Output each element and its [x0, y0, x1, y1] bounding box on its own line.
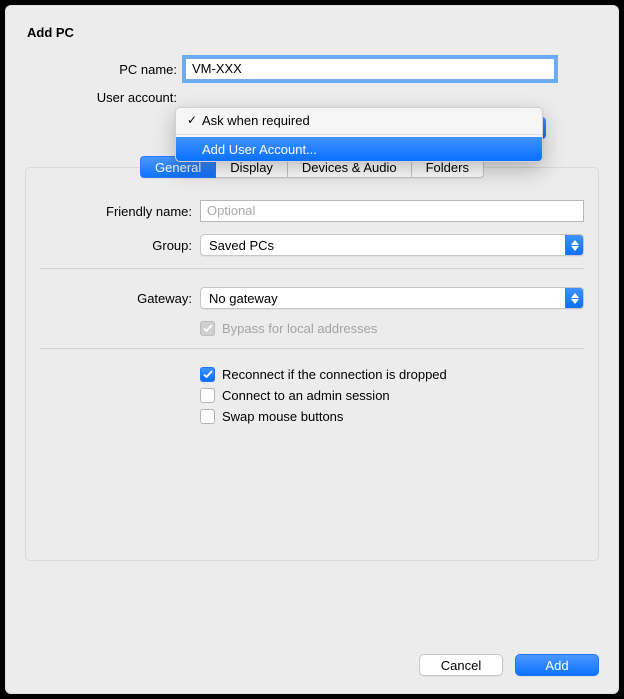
pc-name-input[interactable]: VM-XXX: [185, 58, 555, 80]
pc-name-label: PC name:: [25, 62, 185, 77]
add-pc-sheet: Add PC PC name: VM-XXX User account: ✓ A…: [5, 5, 619, 694]
gateway-dropdown[interactable]: No gateway: [200, 287, 584, 309]
menu-item-add-user-account[interactable]: Add User Account...: [176, 137, 542, 161]
bypass-label: Bypass for local addresses: [222, 321, 377, 336]
reconnect-checkbox[interactable]: [200, 367, 215, 382]
friendly-name-input[interactable]: Optional: [200, 200, 584, 222]
group-label: Group:: [40, 238, 200, 253]
admin-checkbox-row[interactable]: Connect to an admin session: [200, 388, 584, 403]
reconnect-checkbox-row[interactable]: Reconnect if the connection is dropped: [200, 367, 584, 382]
swap-checkbox-row[interactable]: Swap mouse buttons: [200, 409, 584, 424]
divider: [40, 268, 584, 269]
swap-checkbox[interactable]: [200, 409, 215, 424]
friendly-name-label: Friendly name:: [40, 204, 200, 219]
group-dropdown[interactable]: Saved PCs: [200, 234, 584, 256]
panel-body: Friendly name: Optional Group: Saved PCs: [26, 178, 598, 560]
bypass-checkbox: [200, 321, 215, 336]
pc-name-row: PC name: VM-XXX: [25, 58, 599, 80]
updown-icon: [565, 235, 583, 255]
menu-item-ask-when-required[interactable]: ✓ Ask when required: [176, 108, 542, 132]
updown-icon: [565, 288, 583, 308]
bypass-checkbox-row: Bypass for local addresses: [200, 321, 584, 336]
checkmark-icon: ✓: [184, 113, 200, 127]
footer-buttons: Cancel Add: [419, 654, 599, 676]
sheet-title: Add PC: [27, 25, 599, 40]
user-account-label: User account:: [25, 90, 185, 105]
reconnect-label: Reconnect if the connection is dropped: [222, 367, 447, 382]
divider: [40, 348, 584, 349]
settings-panel: General Display Devices & Audio Folders …: [25, 167, 599, 561]
user-account-menu: ✓ Ask when required Add User Account...: [175, 107, 543, 162]
admin-label: Connect to an admin session: [222, 388, 390, 403]
swap-label: Swap mouse buttons: [222, 409, 343, 424]
admin-checkbox[interactable]: [200, 388, 215, 403]
cancel-button[interactable]: Cancel: [419, 654, 503, 676]
user-account-row: User account:: [25, 90, 599, 105]
add-button[interactable]: Add: [515, 654, 599, 676]
menu-separator: [176, 134, 542, 135]
gateway-label: Gateway:: [40, 291, 200, 306]
